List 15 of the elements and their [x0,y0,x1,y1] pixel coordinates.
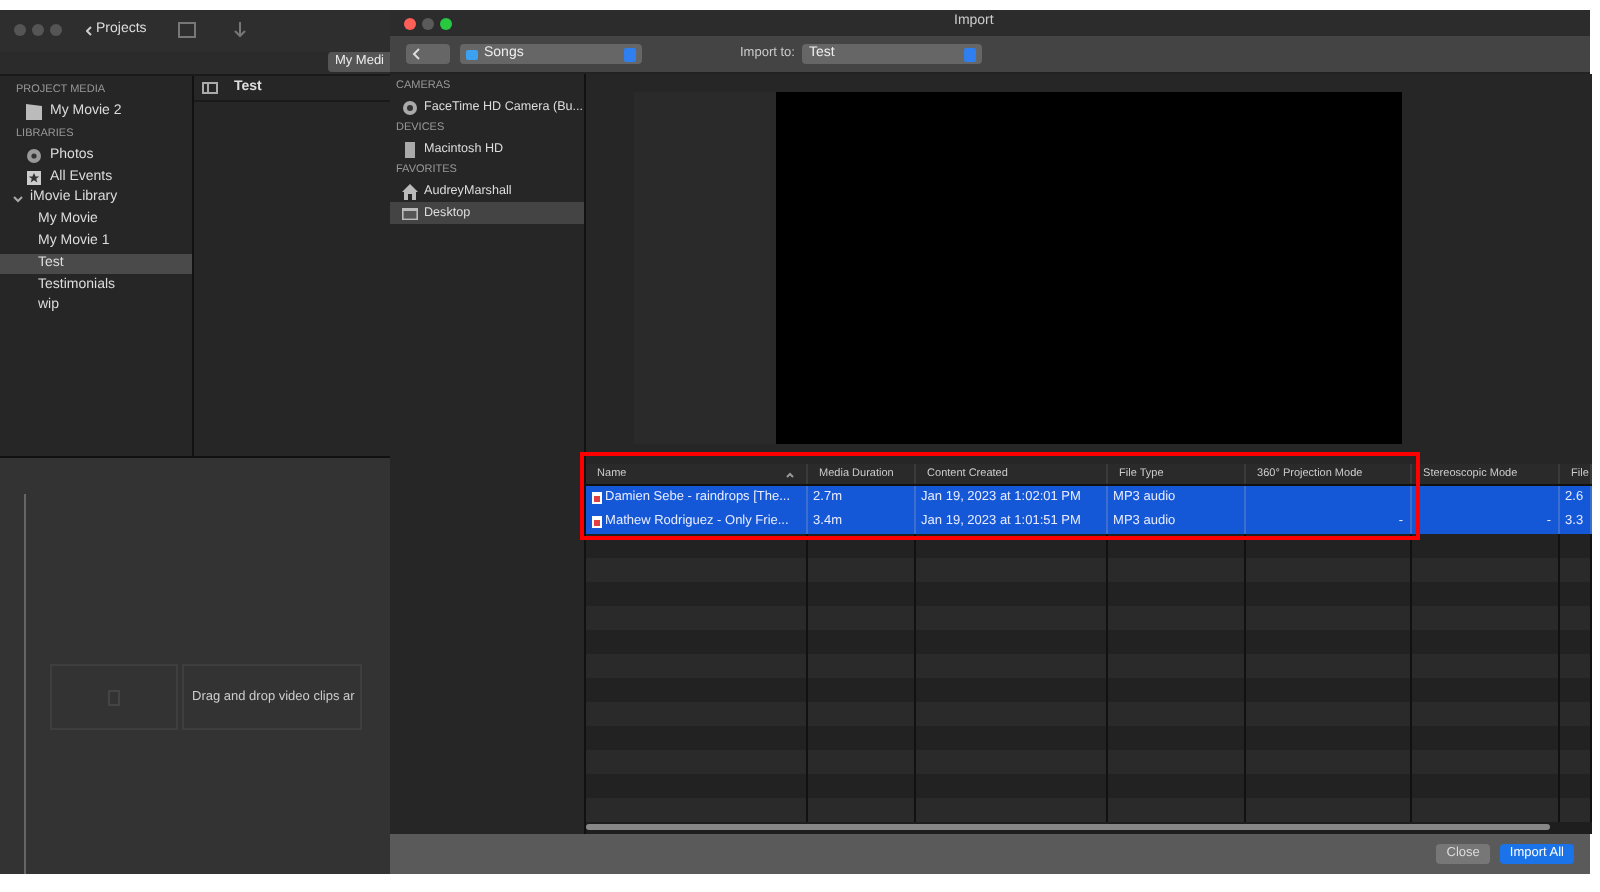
disclosure-icon[interactable] [13,195,23,204]
download-icon[interactable] [234,22,247,39]
camera-icon [402,99,418,115]
star-icon [26,169,42,186]
scrollbar[interactable] [585,824,1550,830]
chevron-left-icon [86,25,92,36]
home-icon [402,183,418,199]
back-forward-control[interactable] [406,44,450,64]
back-icon[interactable] [412,48,420,60]
sidebar-toggle-icon[interactable] [202,81,218,94]
folder-icon [466,49,478,59]
desktop-icon [402,205,418,221]
popup-arrows-icon [624,47,636,61]
sort-icon [785,471,794,477]
popup-arrows-icon [964,47,977,61]
